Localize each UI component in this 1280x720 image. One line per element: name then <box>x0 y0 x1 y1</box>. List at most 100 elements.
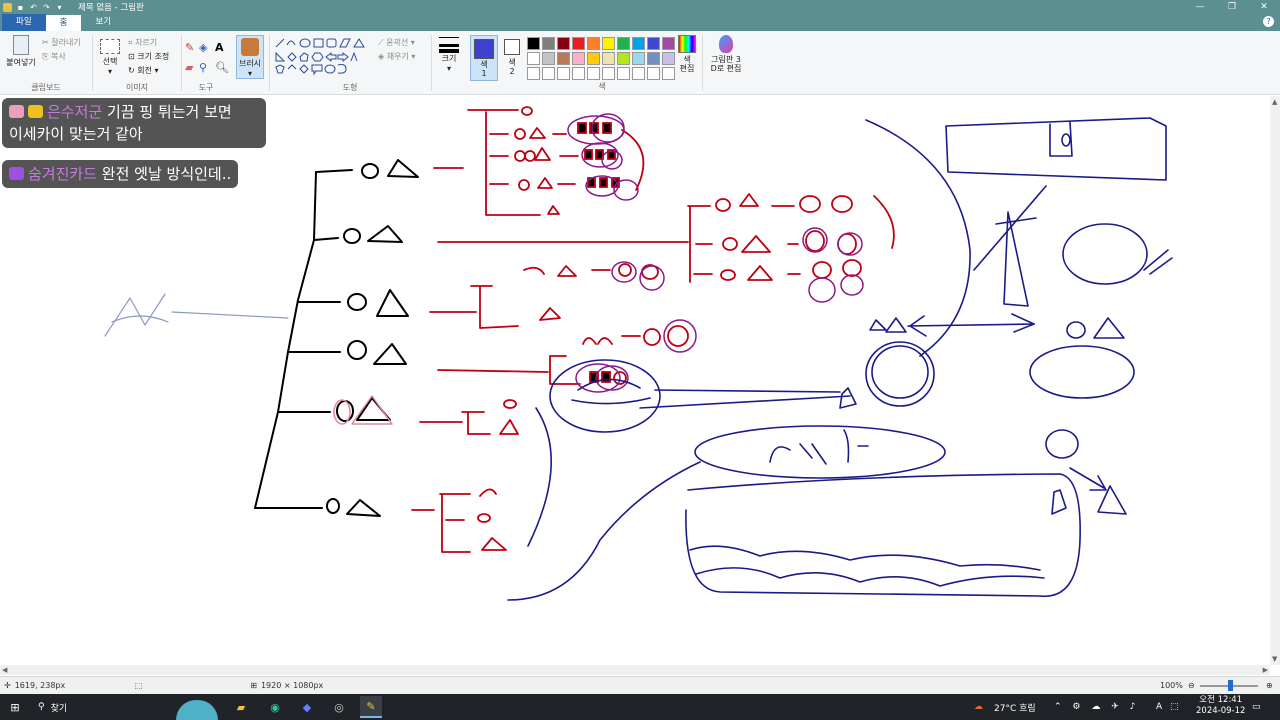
shapes-group: ⟋ 윤곽선 ▾ ◈ 채우기 ▾ 도형 <box>272 33 428 93</box>
chat-text: 이세카이 맞는거 같아 <box>9 125 143 143</box>
ribbon-tabs: 파일 홈 보기 ? <box>0 14 1280 31</box>
color-swatch[interactable] <box>602 37 615 50</box>
divider <box>431 35 432 91</box>
ribbon: 붙여넣기 ✂ 잘라내기 ⎘ 복사 클립보드 선택 ▾ ⌗ 자르기 ⊡ 크기 조정 … <box>0 31 1280 95</box>
color-swatch[interactable] <box>527 37 540 50</box>
chat-username: 숨겨진카드 <box>28 165 98 183</box>
maximize-button[interactable]: ❐ <box>1216 0 1248 14</box>
select-button[interactable]: 선택 ▾ <box>96 39 124 76</box>
copy-button[interactable]: ⎘ 복사 <box>42 51 66 62</box>
divider <box>702 35 703 91</box>
chrome-icon[interactable]: ◎ <box>328 696 350 718</box>
color-swatch[interactable] <box>632 52 645 65</box>
rotate-button[interactable]: ↻ 회전 ▾ <box>128 65 159 76</box>
color-swatch[interactable] <box>647 37 660 50</box>
pencil-icon[interactable]: ✎ <box>185 41 194 54</box>
color-swatch[interactable] <box>647 52 660 65</box>
minimize-button[interactable]: — <box>1184 0 1216 14</box>
notifications-icon[interactable]: ⬚ <box>1170 702 1179 712</box>
fill-button[interactable]: ◈ 채우기 ▾ <box>378 51 415 62</box>
paint3d-button[interactable]: 그림판 3 D로 편집 <box>706 35 746 73</box>
color2-swatch <box>504 39 520 55</box>
color-swatch[interactable] <box>662 37 675 50</box>
clock[interactable]: 오전 12:41 2024-09-12 <box>1196 695 1245 717</box>
color-swatch[interactable] <box>542 52 555 65</box>
paint-taskbar-icon[interactable]: ✎ <box>360 696 382 718</box>
color2-button[interactable]: 색 2 <box>500 35 524 76</box>
tools-caption: 도구 <box>198 83 214 92</box>
file-explorer-icon[interactable]: ▰ <box>230 696 252 718</box>
clipboard-caption: 클립보드 <box>31 83 61 92</box>
color-swatch[interactable] <box>557 67 570 80</box>
zoom-in-button[interactable]: ⊕ <box>1266 681 1273 690</box>
paste-button[interactable]: 붙여넣기 <box>4 35 38 68</box>
color-swatch[interactable] <box>527 52 540 65</box>
color-swatch[interactable] <box>662 67 675 80</box>
input-language[interactable]: A <box>1156 702 1162 712</box>
system-tray-icons[interactable]: ⌃ ⚙ ☁ ✈ ♪ <box>1054 702 1139 712</box>
color-swatch[interactable] <box>587 67 600 80</box>
color-swatch[interactable] <box>632 67 645 80</box>
horizontal-scrollbar[interactable]: ◀ ▶ <box>0 665 1270 675</box>
color-swatch[interactable] <box>527 67 540 80</box>
search-icon[interactable]: ⚲ <box>38 702 45 712</box>
help-icon[interactable]: ? <box>1263 16 1274 27</box>
color1-button[interactable]: 색 1 <box>470 35 498 81</box>
zoom-slider-thumb[interactable] <box>1228 680 1233 691</box>
shapes-gallery[interactable] <box>274 37 374 77</box>
color-swatch[interactable] <box>617 52 630 65</box>
tools-group: ✎ ◈ A ▰ ⚲ 🔍︎ 도구 <box>183 33 229 93</box>
customize-icon[interactable]: ▾ <box>55 3 64 12</box>
tab-file[interactable]: 파일 <box>2 14 46 31</box>
vertical-scrollbar[interactable]: ▲ ▼ <box>1270 96 1280 665</box>
selection-icon: ⬚ <box>134 681 143 690</box>
color-swatch[interactable] <box>572 67 585 80</box>
crop-button[interactable]: ⌗ 자르기 <box>128 37 157 48</box>
color-swatch[interactable] <box>647 67 660 80</box>
color-picker-icon[interactable]: ⚲ <box>199 61 207 74</box>
weather[interactable]: 27°C 흐림 <box>994 701 1036 714</box>
color-swatch[interactable] <box>632 37 645 50</box>
windows-start-icon[interactable]: ⊞ <box>4 696 26 718</box>
clipboard-icon <box>13 35 29 55</box>
color-swatch[interactable] <box>602 67 615 80</box>
color-swatch[interactable] <box>617 37 630 50</box>
color-swatch[interactable] <box>557 52 570 65</box>
close-button[interactable]: ✕ <box>1248 0 1280 14</box>
tab-home[interactable]: 홈 <box>45 15 82 31</box>
color-swatch[interactable] <box>602 52 615 65</box>
color-swatch[interactable] <box>617 67 630 80</box>
color-swatch[interactable] <box>587 52 600 65</box>
divider <box>269 35 270 91</box>
size-button[interactable]: 크기 ▾ <box>436 37 462 73</box>
undo-icon[interactable]: ↶ <box>29 3 38 12</box>
cut-button[interactable]: ✂ 잘라내기 <box>42 37 81 48</box>
magnifier-icon[interactable]: 🔍︎ <box>215 61 229 74</box>
show-desktop-icon[interactable]: ▭ <box>1252 702 1261 712</box>
title-bar: ▪ ↶ ↷ ▾ 제목 없음 - 그림판 — ❐ ✕ <box>0 0 1280 14</box>
redo-icon[interactable]: ↷ <box>42 3 51 12</box>
eraser-icon[interactable]: ▰ <box>185 61 193 74</box>
color1-swatch <box>474 39 494 59</box>
color-swatch[interactable] <box>542 67 555 80</box>
zoom-level: 100% <box>1160 681 1183 690</box>
color-swatch[interactable] <box>542 37 555 50</box>
brushes-button[interactable]: 브러시 ▾ <box>236 35 264 79</box>
edge-browser-icon[interactable]: ◉ <box>264 696 286 718</box>
resize-button[interactable]: ⊡ 크기 조정 <box>128 51 169 62</box>
taskbar-search[interactable]: 찾기 <box>51 701 191 714</box>
color-swatch[interactable] <box>587 37 600 50</box>
save-icon[interactable]: ▪ <box>16 3 25 12</box>
outline-button[interactable]: ⟋ 윤곽선 ▾ <box>378 37 415 48</box>
fill-icon[interactable]: ◈ <box>199 41 207 54</box>
tab-view[interactable]: 보기 <box>81 14 125 31</box>
color-swatch[interactable] <box>572 52 585 65</box>
color-swatch[interactable] <box>662 52 675 65</box>
paint3d-icon <box>719 35 733 53</box>
edit-colors-button[interactable]: 색 편집 <box>676 35 698 73</box>
color-swatch[interactable] <box>557 37 570 50</box>
zoom-out-button[interactable]: ⊖ <box>1188 681 1195 690</box>
color-swatch[interactable] <box>572 37 585 50</box>
text-icon[interactable]: A <box>215 41 224 54</box>
app-icon[interactable]: ◆ <box>296 696 318 718</box>
